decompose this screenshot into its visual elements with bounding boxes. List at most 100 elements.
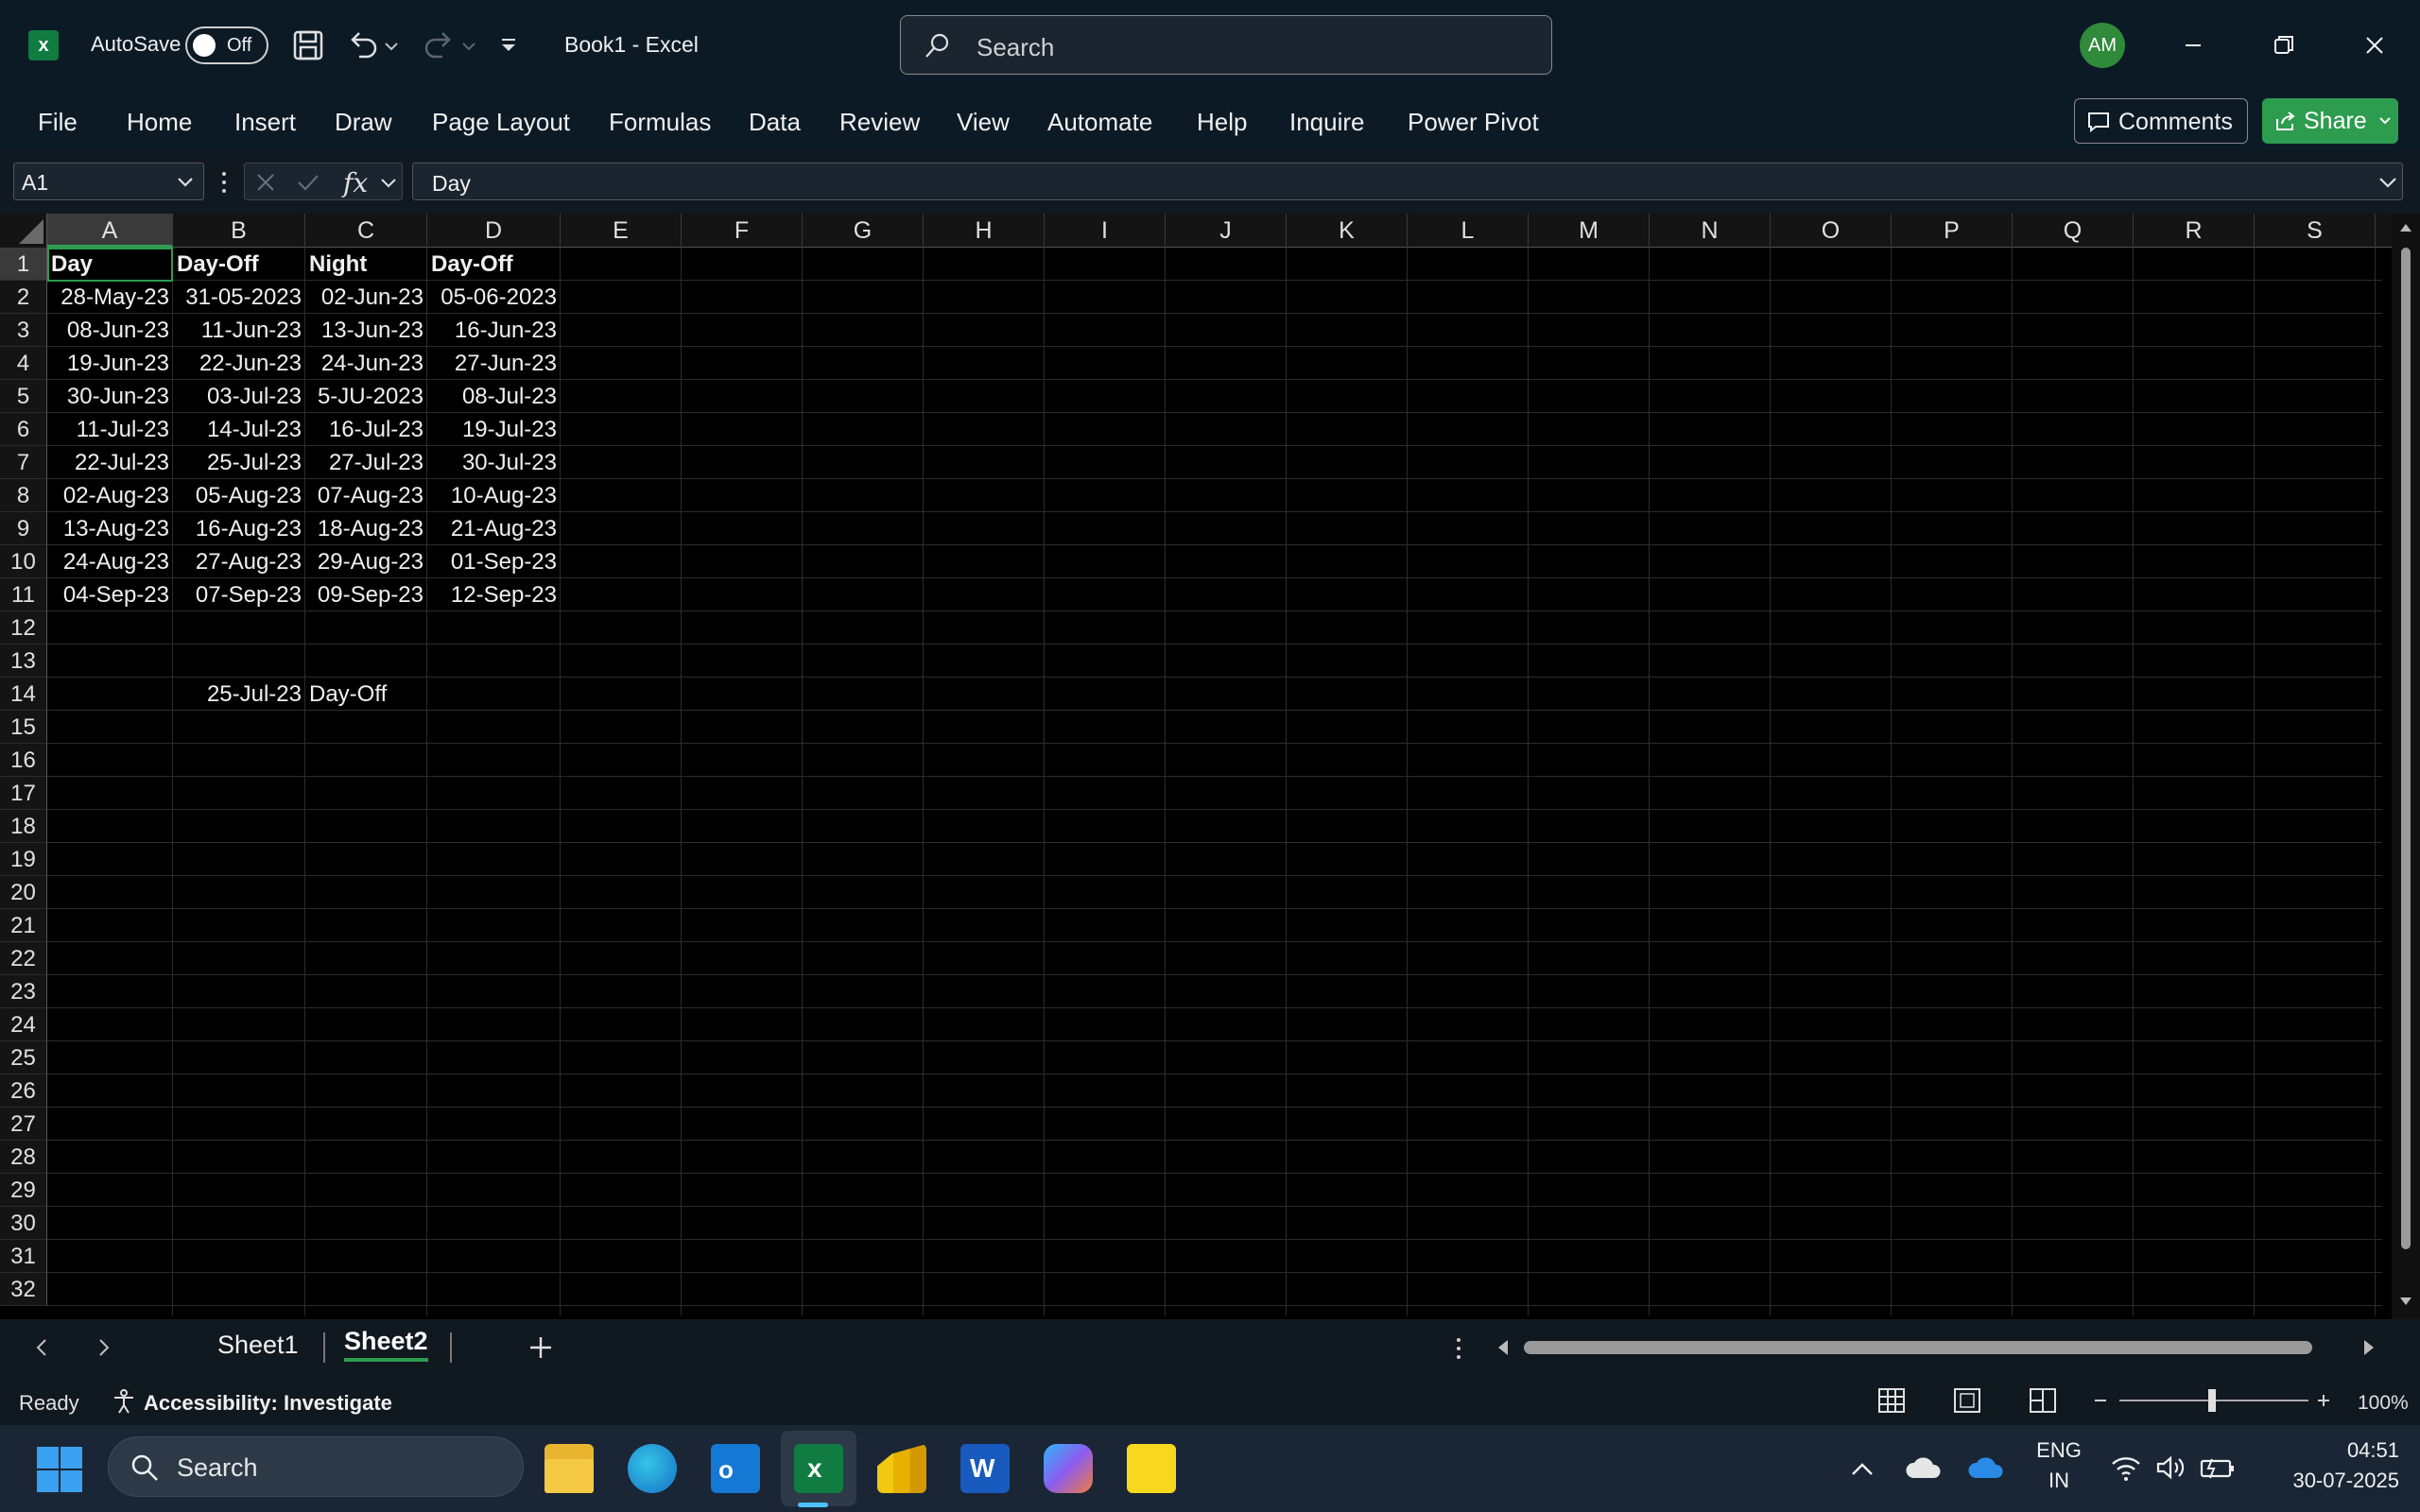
enter-icon[interactable] — [296, 171, 320, 194]
cell-c9[interactable]: 18-Aug-23 — [305, 512, 427, 545]
close-icon[interactable] — [2356, 26, 2394, 64]
taskbar-search[interactable]: Search — [108, 1436, 524, 1497]
column-header[interactable]: J — [1166, 214, 1287, 248]
row-header[interactable]: 30 — [0, 1207, 47, 1240]
file-explorer-icon[interactable] — [544, 1444, 594, 1493]
row-header[interactable]: 4 — [0, 347, 47, 380]
column-header[interactable]: Q — [2013, 214, 2134, 248]
prev-sheet-icon[interactable] — [32, 1336, 51, 1359]
row-header[interactable]: 14 — [0, 678, 47, 711]
title-search-box[interactable]: Search — [900, 15, 1552, 75]
cell-a9[interactable]: 13-Aug-23 — [47, 512, 173, 545]
cell-a4[interactable]: 19-Jun-23 — [47, 347, 173, 380]
row-header[interactable]: 9 — [0, 512, 47, 545]
cell-c10[interactable]: 29-Aug-23 — [305, 545, 427, 578]
add-sheet-icon[interactable] — [527, 1334, 554, 1361]
cell-c11[interactable]: 09-Sep-23 — [305, 578, 427, 611]
column-header[interactable]: E — [561, 214, 682, 248]
cancel-icon[interactable] — [254, 171, 277, 194]
cell-b14[interactable]: 25-Jul-23 — [173, 678, 305, 711]
cell-d1[interactable]: Day-Off — [427, 248, 561, 281]
column-header[interactable]: C — [305, 214, 427, 248]
power-bi-icon[interactable] — [877, 1444, 926, 1493]
tab-draw[interactable]: Draw — [335, 108, 392, 137]
row-header[interactable]: 32 — [0, 1273, 47, 1306]
word-icon[interactable]: W — [960, 1444, 1010, 1493]
tab-help[interactable]: Help — [1197, 108, 1247, 137]
restore-icon[interactable] — [2265, 26, 2303, 64]
cell-a3[interactable]: 08-Jun-23 — [47, 314, 173, 347]
vertical-scrollbar[interactable] — [2392, 214, 2420, 1319]
vertical-scroll-thumb[interactable] — [2401, 248, 2411, 1249]
undo-dropdown-icon[interactable] — [380, 26, 403, 64]
accessibility-status[interactable]: Accessibility: Investigate — [144, 1391, 392, 1416]
redo-icon[interactable] — [420, 26, 458, 64]
column-header[interactable]: H — [924, 214, 1045, 248]
cell-b1[interactable]: Day-Off — [173, 248, 305, 281]
cell-d3[interactable]: 16-Jun-23 — [427, 314, 561, 347]
row-header[interactable]: 6 — [0, 413, 47, 446]
row-header[interactable]: 18 — [0, 810, 47, 843]
cell-a5[interactable]: 30-Jun-23 — [47, 380, 173, 413]
cell-b11[interactable]: 07-Sep-23 — [173, 578, 305, 611]
cell-a10[interactable]: 24-Aug-23 — [47, 545, 173, 578]
input-language[interactable]: ENG IN — [2029, 1438, 2089, 1493]
cell-d4[interactable]: 27-Jun-23 — [427, 347, 561, 380]
column-header[interactable]: P — [1892, 214, 2013, 248]
share-button[interactable]: Share — [2262, 98, 2398, 144]
scroll-right-icon[interactable] — [2361, 1338, 2377, 1357]
cell-b4[interactable]: 22-Jun-23 — [173, 347, 305, 380]
row-header[interactable]: 2 — [0, 281, 47, 314]
row-header[interactable]: 20 — [0, 876, 47, 909]
windows-start-icon[interactable] — [36, 1446, 83, 1493]
more-sheets-icon[interactable] — [1454, 1336, 1463, 1361]
scroll-left-icon[interactable] — [1495, 1338, 1511, 1357]
redo-dropdown-icon[interactable] — [458, 26, 480, 64]
tab-review[interactable]: Review — [839, 108, 920, 137]
cell-d11[interactable]: 12-Sep-23 — [427, 578, 561, 611]
row-header[interactable]: 29 — [0, 1174, 47, 1207]
cell-c8[interactable]: 07-Aug-23 — [305, 479, 427, 512]
next-sheet-icon[interactable] — [95, 1336, 113, 1359]
cell-d10[interactable]: 01-Sep-23 — [427, 545, 561, 578]
row-header[interactable]: 11 — [0, 578, 47, 611]
row-header[interactable]: 1 — [0, 248, 47, 281]
save-icon[interactable] — [289, 26, 327, 64]
tab-formulas[interactable]: Formulas — [609, 108, 711, 137]
column-header[interactable]: D — [427, 214, 561, 248]
minimize-icon[interactable] — [2174, 26, 2212, 64]
row-header[interactable]: 23 — [0, 975, 47, 1008]
more-options-icon[interactable] — [219, 170, 229, 195]
tab-home[interactable]: Home — [127, 108, 192, 137]
spreadsheet-grid[interactable]: ABCDEFGHIJKLMNOPQRS 1 2 3 4 5 6 7 8 9 10 11 12 13 14 1… — [0, 214, 2420, 1319]
row-header[interactable]: 3 — [0, 314, 47, 347]
insert-function-icon[interactable]: fx — [343, 167, 368, 198]
page-break-view-icon[interactable] — [2029, 1387, 2057, 1414]
column-header[interactable]: I — [1045, 214, 1166, 248]
autosave-toggle[interactable]: Off — [185, 26, 268, 64]
row-header[interactable]: 15 — [0, 711, 47, 744]
expand-formula-bar-icon[interactable] — [2377, 173, 2398, 192]
normal-view-icon[interactable] — [1877, 1387, 1906, 1414]
row-header[interactable]: 22 — [0, 942, 47, 975]
row-header[interactable]: 16 — [0, 744, 47, 777]
cell-c5[interactable]: 5-JU-2023 — [305, 380, 427, 413]
cell-c4[interactable]: 24-Jun-23 — [305, 347, 427, 380]
column-header[interactable]: F — [682, 214, 803, 248]
row-header[interactable]: 17 — [0, 777, 47, 810]
row-header[interactable]: 27 — [0, 1108, 47, 1141]
outlook-icon[interactable]: o — [711, 1444, 760, 1493]
horizontal-scroll-thumb[interactable] — [1524, 1341, 2312, 1354]
cell-d5[interactable]: 08-Jul-23 — [427, 380, 561, 413]
cell-b2[interactable]: 31-05-2023 — [173, 281, 305, 314]
edge-browser-icon[interactable] — [628, 1444, 677, 1493]
row-header[interactable]: 12 — [0, 611, 47, 644]
zoom-out-icon[interactable] — [2091, 1391, 2110, 1410]
zoom-level[interactable]: 100% — [2358, 1392, 2409, 1415]
row-header[interactable]: 5 — [0, 380, 47, 413]
cell-d2[interactable]: 05-06-2023 — [427, 281, 561, 314]
column-header[interactable]: B — [173, 214, 305, 248]
column-header[interactable]: S — [2255, 214, 2376, 248]
zoom-in-icon[interactable] — [2314, 1391, 2333, 1410]
name-box[interactable]: A1 — [13, 163, 204, 200]
